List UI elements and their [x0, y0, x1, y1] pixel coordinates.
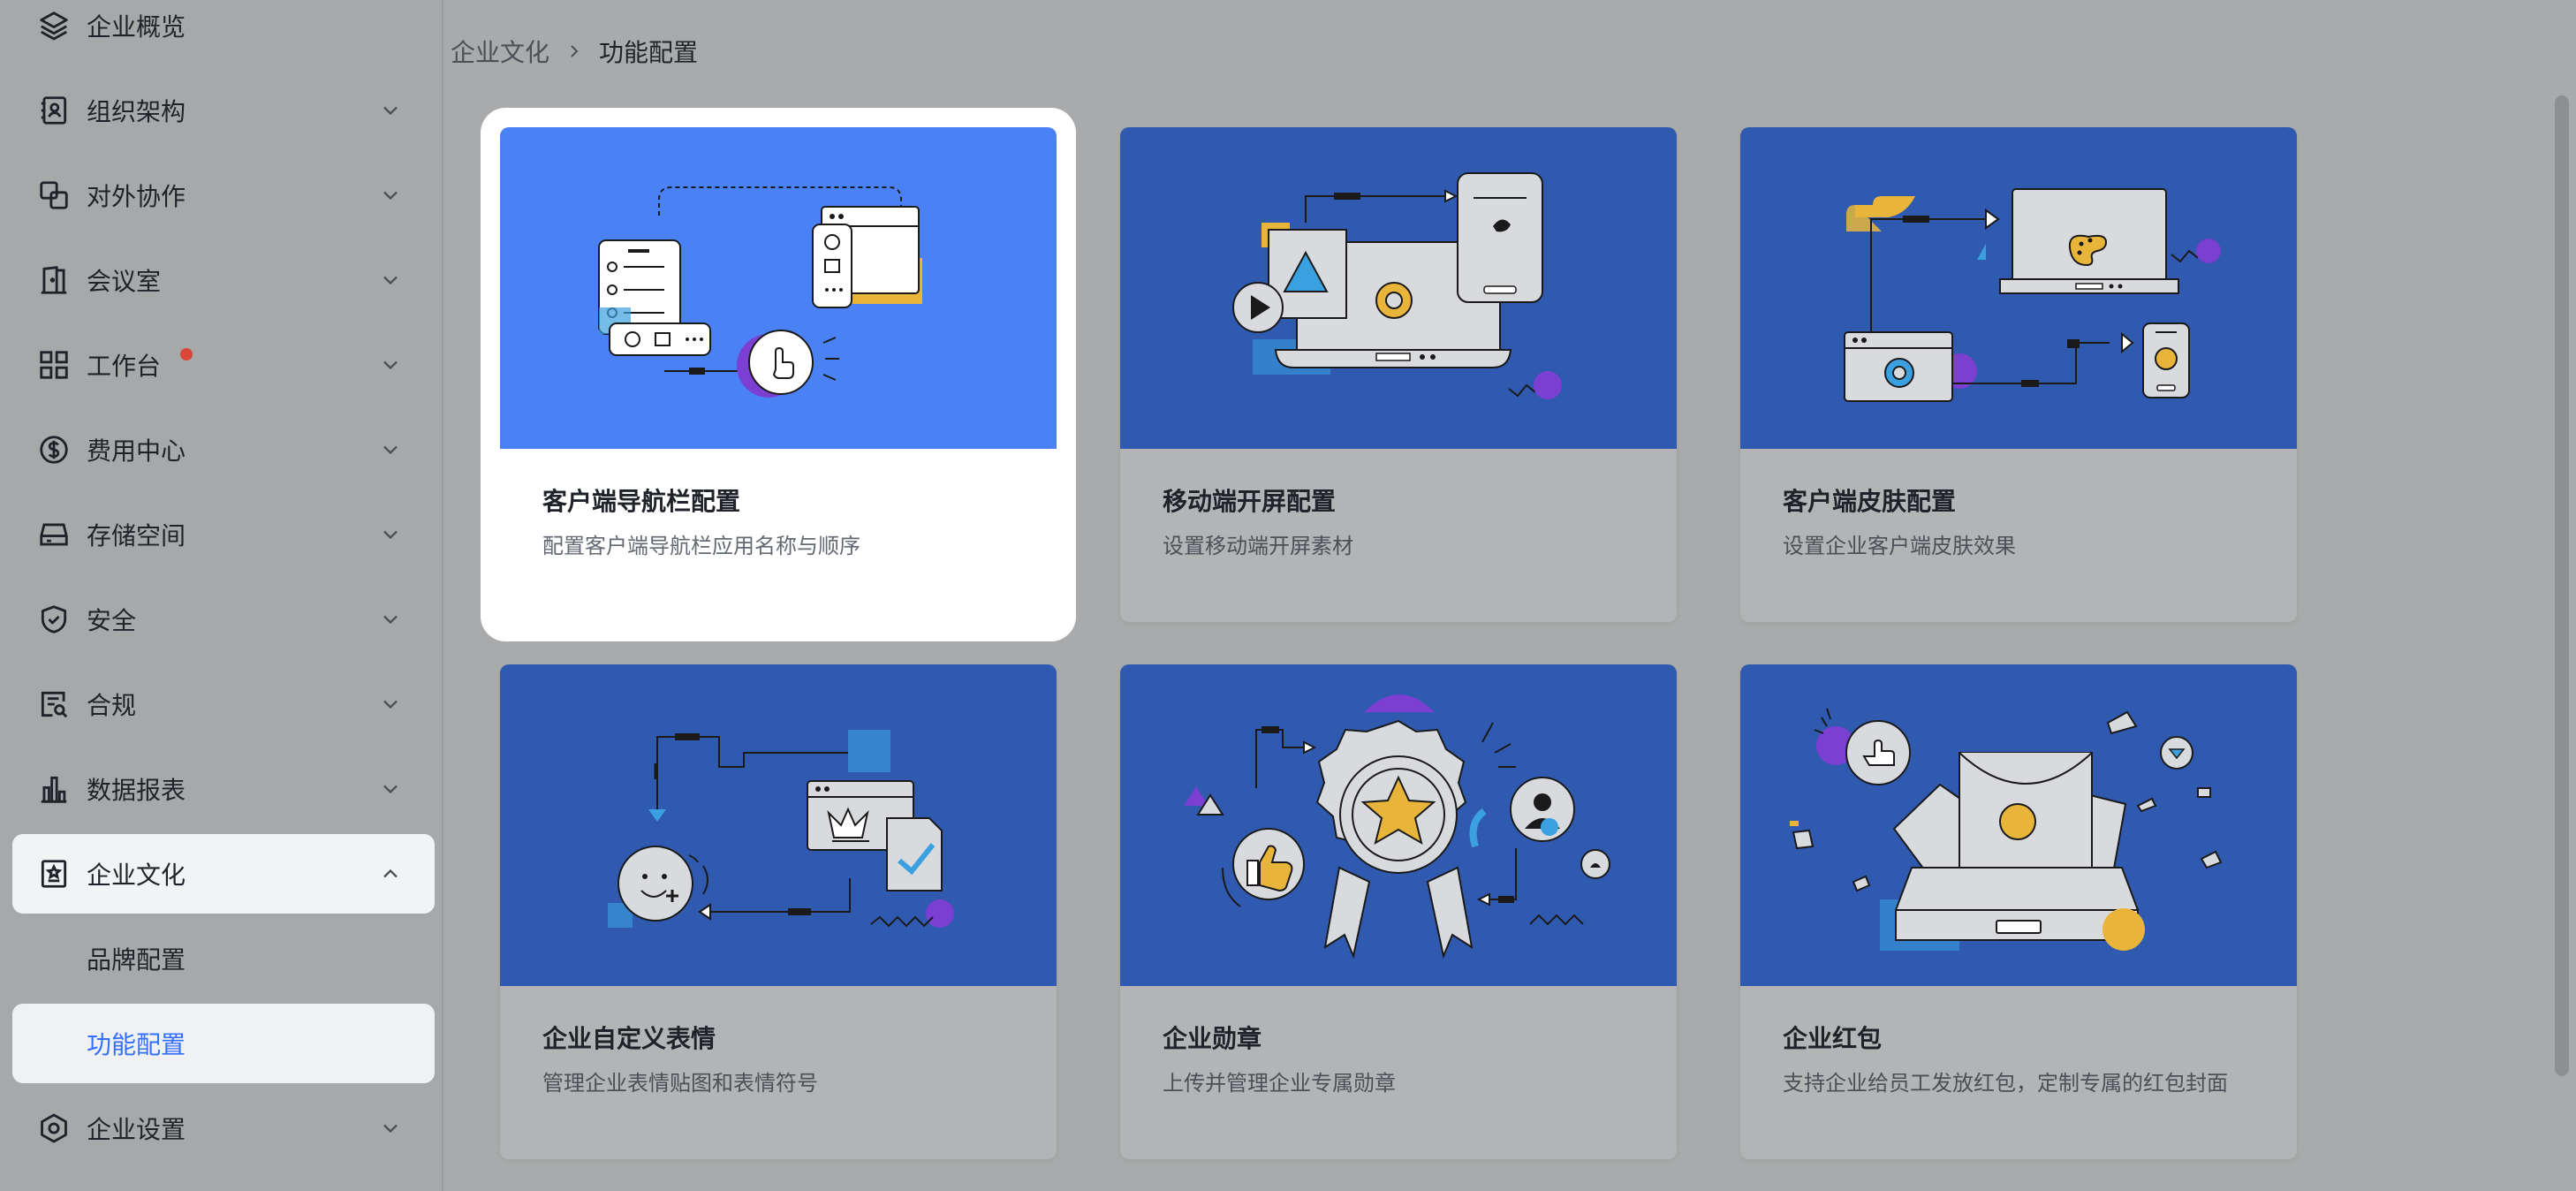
chevron-down-icon — [378, 437, 403, 462]
sidebar-item-label: 组织架构 — [87, 97, 186, 126]
client-skin-illustration — [1740, 127, 2297, 449]
notification-badge — [180, 348, 193, 360]
breadcrumb: 企业文化 功能配置 — [451, 34, 698, 69]
red-packet-illustration — [1740, 664, 2297, 986]
sidebar-item-label: 企业设置 — [87, 1115, 186, 1144]
sidebar-item-billing[interactable]: 费用中心 — [12, 410, 435, 489]
sidebar: 企业概览 组织架构 对外协作 会议室 工作台 费用中心 存储空间 安全 合规 数… — [0, 0, 443, 1191]
chevron-down-icon — [378, 1116, 403, 1141]
card-title: 客户端皮肤配置 — [1783, 487, 1957, 516]
chevron-down-icon — [378, 692, 403, 717]
chevron-down-icon — [378, 183, 403, 208]
sidebar-item-label: 合规 — [87, 691, 137, 720]
card-title: 客户端导航栏配置 — [542, 487, 741, 516]
bar-chart-icon — [37, 772, 71, 806]
card-client-skin-config[interactable]: 客户端皮肤配置 设置企业客户端皮肤效果 — [1740, 127, 2297, 622]
chevron-down-icon — [378, 353, 403, 377]
sidebar-item-label: 工作台 — [87, 352, 162, 381]
card-description: 上传并管理企业专属勋章 — [1163, 1071, 1396, 1096]
sidebar-item-external[interactable]: 对外协作 — [12, 156, 435, 235]
breadcrumb-parent[interactable]: 企业文化 — [451, 34, 549, 69]
card-title: 移动端开屏配置 — [1163, 487, 1337, 516]
grid-icon — [37, 348, 71, 382]
chevron-down-icon — [378, 268, 403, 292]
sidebar-item-security[interactable]: 安全 — [12, 580, 435, 659]
layers-icon — [37, 9, 71, 42]
card-red-packet[interactable]: 企业红包 支持企业给员工发放红包，定制专属的红包封面 — [1740, 664, 2297, 1159]
sidebar-item-enterprise-settings[interactable]: 企业设置 — [12, 1089, 435, 1168]
chevron-up-icon — [378, 861, 403, 886]
card-title: 企业红包 — [1783, 1024, 1883, 1053]
sidebar-subitem-feature-config[interactable]: 功能配置 — [12, 1004, 435, 1083]
shield-icon — [37, 603, 71, 636]
card-description: 管理企业表情贴图和表情符号 — [542, 1071, 818, 1096]
sidebar-item-label: 品牌配置 — [87, 945, 186, 975]
card-title: 企业勋章 — [1163, 1024, 1262, 1053]
sidebar-subitem-brand[interactable]: 品牌配置 — [12, 919, 435, 998]
enterprise-badge-illustration — [1120, 664, 1677, 986]
link-icon — [37, 178, 71, 212]
sidebar-item-label: 存储空间 — [87, 521, 186, 550]
contacts-icon — [37, 94, 71, 127]
sidebar-item-label: 安全 — [87, 606, 137, 635]
dollar-icon — [37, 433, 71, 467]
sidebar-item-overview[interactable]: 企业概览 — [12, 0, 435, 65]
sidebar-item-label: 费用中心 — [87, 436, 186, 466]
card-enterprise-badge[interactable]: 企业勋章 上传并管理企业专属勋章 — [1120, 664, 1677, 1159]
chevron-down-icon — [378, 777, 403, 801]
breadcrumb-current: 功能配置 — [599, 38, 699, 67]
door-icon — [37, 263, 71, 297]
card-custom-stickers[interactable]: 企业自定义表情 管理企业表情贴图和表情符号 — [500, 664, 1057, 1159]
sidebar-item-label: 功能配置 — [87, 1030, 186, 1059]
mobile-splash-illustration — [1120, 127, 1677, 449]
card-description: 设置移动端开屏素材 — [1163, 534, 1353, 558]
sidebar-item-storage[interactable]: 存储空间 — [12, 495, 435, 574]
sidebar-item-culture[interactable]: 企业文化 — [12, 834, 435, 914]
chevron-down-icon — [378, 522, 403, 547]
vertical-scrollbar[interactable] — [2555, 95, 2569, 1076]
sidebar-item-label: 企业文化 — [87, 861, 186, 890]
sidebar-item-organization[interactable]: 组织架构 — [12, 71, 435, 150]
chevron-right-icon — [564, 41, 585, 62]
card-nav-bar-config[interactable]: 客户端导航栏配置 配置客户端导航栏应用名称与顺序 — [500, 127, 1057, 622]
card-description: 支持企业给员工发放红包，定制专属的红包封面 — [1783, 1071, 2228, 1096]
card-description: 设置企业客户端皮肤效果 — [1783, 534, 2016, 558]
card-description: 配置客户端导航栏应用名称与顺序 — [542, 534, 860, 558]
chevron-down-icon — [378, 98, 403, 123]
nav-bar-illustration — [500, 127, 1057, 449]
sidebar-item-label: 对外协作 — [87, 182, 186, 211]
audit-icon — [37, 687, 71, 721]
card-mobile-splash-config[interactable]: 移动端开屏配置 设置移动端开屏素材 — [1120, 127, 1677, 622]
custom-stickers-illustration — [500, 664, 1057, 986]
sidebar-item-meeting-room[interactable]: 会议室 — [12, 240, 435, 320]
chevron-down-icon — [378, 607, 403, 632]
card-title: 企业自定义表情 — [542, 1024, 716, 1053]
sidebar-item-label: 数据报表 — [87, 776, 186, 805]
storage-icon — [37, 518, 71, 551]
culture-icon — [37, 857, 71, 891]
settings-icon — [37, 1111, 71, 1145]
sidebar-item-compliance[interactable]: 合规 — [12, 664, 435, 744]
sidebar-item-workplace[interactable]: 工作台 — [12, 325, 435, 405]
sidebar-item-reports[interactable]: 数据报表 — [12, 749, 435, 829]
sidebar-item-label: 会议室 — [87, 267, 162, 296]
sidebar-item-label: 企业概览 — [87, 12, 186, 42]
